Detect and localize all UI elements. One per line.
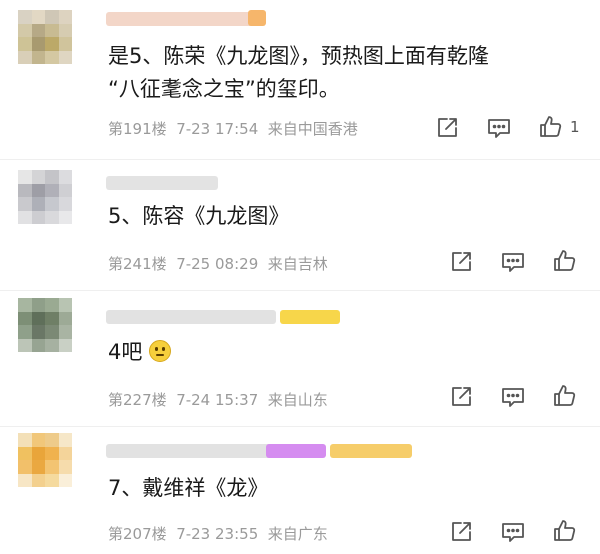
divider xyxy=(0,159,600,160)
like-count: 1 xyxy=(570,118,580,136)
share-icon[interactable] xyxy=(434,115,460,141)
username-blurred[interactable] xyxy=(106,310,276,324)
avatar[interactable] xyxy=(18,170,72,224)
user-badge xyxy=(330,444,412,458)
comment-icon[interactable] xyxy=(500,249,526,275)
comment-meta: 第227楼 7-24 15:37 来自山东 xyxy=(108,391,328,409)
divider xyxy=(0,426,600,427)
thinking-emoji xyxy=(149,340,172,362)
comment-text: 是5、陈荣《九龙图》，预热图上面有乾隆 “八征耄念之宝”的玺印。 xyxy=(108,44,489,101)
comment-icon[interactable] xyxy=(500,384,526,410)
divider xyxy=(0,290,600,291)
comment-icon[interactable] xyxy=(486,115,512,141)
avatar[interactable] xyxy=(18,433,72,487)
username-blurred[interactable] xyxy=(106,12,256,26)
like-icon[interactable] xyxy=(552,383,578,409)
share-icon[interactable] xyxy=(448,384,474,410)
share-icon[interactable] xyxy=(448,519,474,545)
comment-text: 7、戴维祥《龙》 xyxy=(108,476,269,500)
comment-meta: 第191楼 7-23 17:54 来自中国香港 xyxy=(108,120,358,138)
user-badge xyxy=(248,10,266,26)
like-icon[interactable] xyxy=(552,248,578,274)
avatar[interactable] xyxy=(18,298,72,352)
user-badge xyxy=(280,310,340,324)
username-blurred[interactable] xyxy=(106,176,218,190)
comment-meta: 第207楼 7-23 23:55 来自广东 xyxy=(108,525,328,543)
avatar[interactable] xyxy=(18,10,72,64)
comment-meta: 第241楼 7-25 08:29 来自吉林 xyxy=(108,255,328,273)
share-icon[interactable] xyxy=(448,249,474,275)
like-icon[interactable] xyxy=(538,114,564,140)
username-blurred[interactable] xyxy=(106,444,276,458)
comment-text: 5、陈容《九龙图》 xyxy=(108,204,290,228)
comment-text: 4吧 xyxy=(108,336,172,369)
user-badge xyxy=(266,444,326,458)
comment-icon[interactable] xyxy=(500,519,526,545)
like-icon[interactable] xyxy=(552,518,578,544)
